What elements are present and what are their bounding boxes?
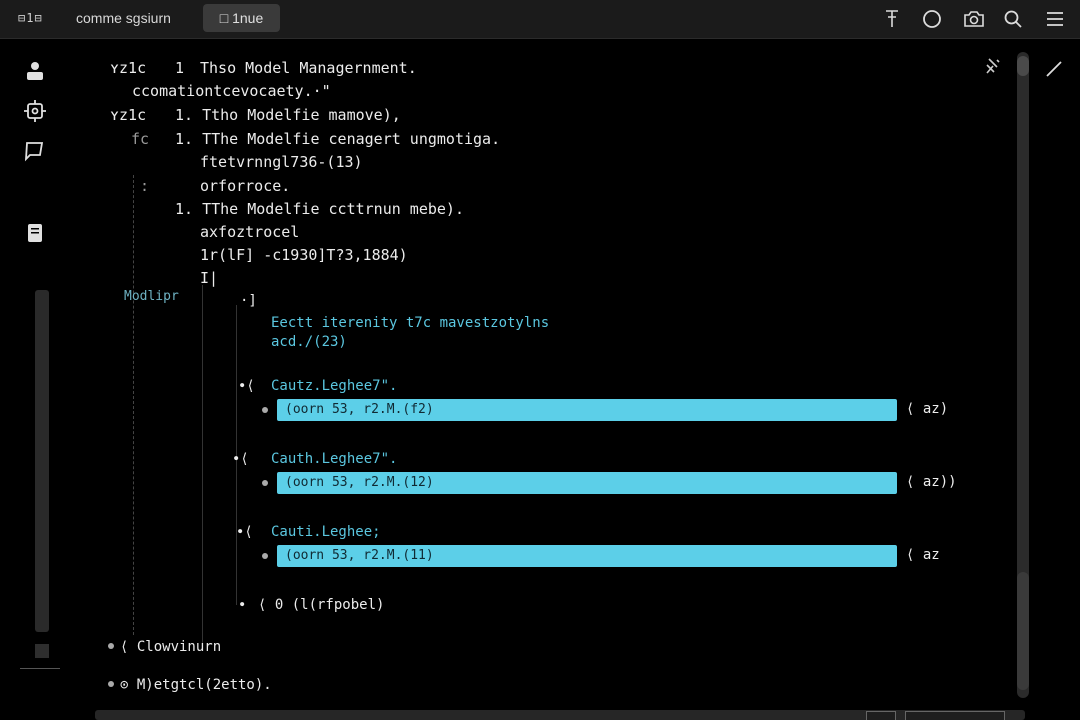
tree-line[interactable]: 1. TThe Modelfie cenagert ungmotiga. — [175, 130, 500, 148]
tree-line: ccomationtcevocaety.·" — [132, 82, 331, 100]
status-button[interactable] — [905, 711, 1005, 720]
bar-suffix: ⟨ az) — [906, 401, 949, 417]
bar-label: Cauth.Leghee7". — [271, 451, 398, 467]
menu-icon[interactable] — [1043, 7, 1067, 31]
tree-line: axfoztrocel — [200, 223, 300, 241]
sidebar-scrollbar[interactable] — [35, 290, 49, 632]
camera-icon[interactable] — [962, 7, 986, 31]
top-bar: ⊟1⊟ comme sgsiurn □ 1nue — [0, 0, 1080, 39]
tree-guide — [133, 175, 134, 635]
bar-prefix: ∙⟨ — [238, 378, 255, 394]
bullet — [108, 643, 114, 649]
tree-guide — [202, 285, 203, 645]
bullet — [108, 681, 114, 687]
sidebar-divider — [20, 668, 60, 669]
section-heading: Eectt iterenity t7c mavestzotylns — [271, 315, 550, 331]
search-icon[interactable] — [1001, 7, 1025, 31]
section-subheading: acd./(23) — [271, 334, 347, 350]
section-label[interactable]: Modlipr — [124, 288, 179, 306]
tree-marker: ʏz1c — [110, 59, 147, 77]
pen-icon[interactable] — [1043, 58, 1065, 80]
tree-marker: fc — [131, 130, 150, 148]
circle-icon[interactable] — [920, 7, 944, 31]
user-icon[interactable] — [22, 58, 48, 84]
bar-suffix: ⟨ az — [906, 547, 940, 563]
bullet — [262, 407, 268, 413]
bar-label: Cautz.Leghee7". — [271, 378, 398, 394]
bullet — [262, 553, 268, 559]
tree-line: orforroce. — [200, 177, 291, 195]
pin-icon[interactable] — [983, 56, 1003, 76]
window-title: comme sgsiurn — [76, 10, 171, 26]
progress-bar[interactable]: (oorn 53, r2.M.(11) — [277, 545, 897, 567]
tree-line: I| — [200, 269, 219, 287]
settings-icon[interactable] — [22, 98, 48, 124]
footer-marker: ∙ — [238, 597, 247, 613]
bar-prefix: ∙⟨ — [232, 451, 249, 467]
bottom-item[interactable]: ⊙ M)etgtcl(2etto). — [120, 676, 272, 694]
section-bracket: ·] — [240, 293, 257, 309]
scrollbar-thumb[interactable] — [1017, 572, 1029, 690]
text-format-icon[interactable] — [880, 7, 904, 31]
tree-line: ftetvrnngl736-(13) — [200, 153, 363, 171]
bar-prefix: ∙⟨ — [236, 524, 253, 540]
sidebar-button[interactable] — [35, 644, 49, 658]
progress-bar[interactable]: (oorn 53, r2.M.(12) — [277, 472, 897, 494]
tree-marker: ʏz1c — [110, 106, 147, 124]
tree-line[interactable]: 1. TThe Modelfie ccttrnun mebe). — [175, 200, 464, 218]
bullet — [262, 480, 268, 486]
tree-line-title[interactable]: Thso Model Managernment. — [200, 59, 417, 77]
tree-marker: : — [140, 177, 150, 195]
progress-bar[interactable]: (oorn 53, r2.M.(f2) — [277, 399, 897, 421]
tab-active[interactable]: □ 1nue — [203, 4, 280, 32]
scrollbar-thumb[interactable] — [1017, 56, 1029, 76]
tree-number: 1 — [175, 59, 185, 77]
bar-suffix: ⟨ az)) — [906, 474, 957, 490]
bottom-item[interactable]: ⟨ Clowvinurn — [120, 638, 221, 656]
tree-line[interactable]: 1. Ttho Modelfie mamove), — [175, 106, 401, 124]
status-button[interactable] — [866, 711, 896, 720]
tree-line: 1r(lF] -c1930]T?3,1884) — [200, 246, 408, 264]
footer-item[interactable]: ⟨ 0 (l(rfpobel) — [258, 596, 384, 614]
chat-icon[interactable] — [22, 138, 48, 164]
document-icon[interactable] — [22, 220, 48, 246]
bar-label: Cauti.Leghee; — [271, 524, 381, 540]
window-menu-label[interactable]: ⊟1⊟ — [18, 11, 43, 25]
